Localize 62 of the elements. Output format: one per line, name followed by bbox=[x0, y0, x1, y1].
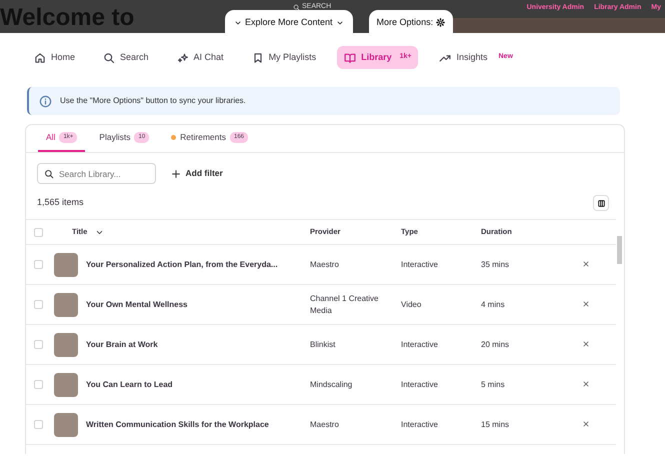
photo-placeholder bbox=[54, 372, 78, 396]
sparkle-icon bbox=[176, 52, 189, 64]
alert-message: Use the "More Options" button to sync your libraries. bbox=[60, 95, 246, 107]
plus-icon bbox=[170, 168, 180, 178]
table-cell-text: 15 mins bbox=[481, 418, 510, 430]
table-cell-text: Maestro bbox=[310, 418, 340, 430]
table-cell-text: Maestro bbox=[310, 258, 340, 270]
nav-item[interactable]: My Playlists bbox=[244, 46, 324, 70]
item-count: 1,565 items bbox=[37, 196, 84, 210]
photo-placeholder bbox=[54, 332, 78, 356]
settings-icon bbox=[436, 18, 446, 27]
close-icon bbox=[582, 260, 590, 268]
home-icon bbox=[34, 52, 46, 64]
columns-icon bbox=[596, 198, 606, 208]
course-title[interactable]: Your Personalized Action Plan, from the Everyda... bbox=[86, 258, 278, 270]
close-icon bbox=[582, 420, 590, 428]
open-book-icon bbox=[344, 52, 356, 64]
photo-placeholder bbox=[54, 292, 78, 316]
select-all-checkbox[interactable] bbox=[34, 228, 43, 236]
table-cell-text: Interactive bbox=[401, 338, 439, 350]
table-cell-text: 35 mins bbox=[481, 258, 510, 270]
nav-item[interactable]: Search bbox=[96, 46, 156, 70]
row-checkbox[interactable] bbox=[34, 420, 43, 429]
table-cell-text: Interactive bbox=[401, 378, 439, 390]
table-cell-text: Blinkist bbox=[310, 338, 336, 350]
table-cell-text: Video bbox=[401, 298, 422, 310]
close-icon bbox=[582, 300, 590, 308]
table-cell-text: Interactive bbox=[401, 258, 439, 270]
close-icon bbox=[582, 380, 590, 388]
row-checkbox[interactable] bbox=[34, 260, 43, 269]
close-icon bbox=[582, 340, 590, 348]
add-filter-button[interactable]: Add filter bbox=[164, 166, 229, 181]
chevron-down-icon bbox=[234, 18, 242, 26]
table-cell-text: Interactive bbox=[401, 418, 439, 430]
search-icon bbox=[44, 168, 54, 178]
table-cell-text: 4 mins bbox=[481, 298, 506, 310]
columns-button[interactable] bbox=[593, 195, 609, 211]
row-checkbox[interactable] bbox=[34, 300, 43, 309]
bookmark-icon bbox=[252, 52, 264, 64]
course-title[interactable]: Written Communication Skills for the Workplace bbox=[86, 418, 269, 430]
chevron-down-icon bbox=[336, 18, 344, 26]
row-checkbox[interactable] bbox=[34, 380, 43, 389]
more-options-tab[interactable]: More Options: bbox=[368, 10, 454, 35]
table-cell-text: Mindscaling bbox=[310, 378, 354, 390]
photo-placeholder bbox=[54, 252, 78, 276]
nav-item[interactable]: AI Chat bbox=[170, 46, 231, 70]
row-checkbox[interactable] bbox=[34, 340, 43, 349]
search-field[interactable]: Search Library... bbox=[37, 163, 156, 184]
table-cell-text: 20 mins bbox=[481, 338, 510, 350]
table-cell-text: Channel 1 Creative Media bbox=[310, 292, 380, 316]
table-cell-text: 5 mins bbox=[481, 378, 506, 390]
course-title[interactable]: Your Own Mental Wellness bbox=[86, 298, 188, 310]
course-title[interactable]: Your Brain at Work bbox=[86, 338, 158, 350]
info-icon bbox=[39, 94, 52, 108]
search-icon bbox=[103, 52, 116, 64]
nav-item[interactable]: Home bbox=[27, 46, 82, 70]
course-title[interactable]: You Can Learn to Lead bbox=[86, 378, 173, 390]
explore-dropdown-tab[interactable]: Explore More Content bbox=[225, 10, 353, 35]
nav-item[interactable]: Insights bbox=[432, 46, 494, 70]
scrollbar-thumb[interactable] bbox=[617, 236, 622, 264]
photo-placeholder bbox=[54, 412, 78, 436]
search-icon bbox=[293, 4, 300, 11]
